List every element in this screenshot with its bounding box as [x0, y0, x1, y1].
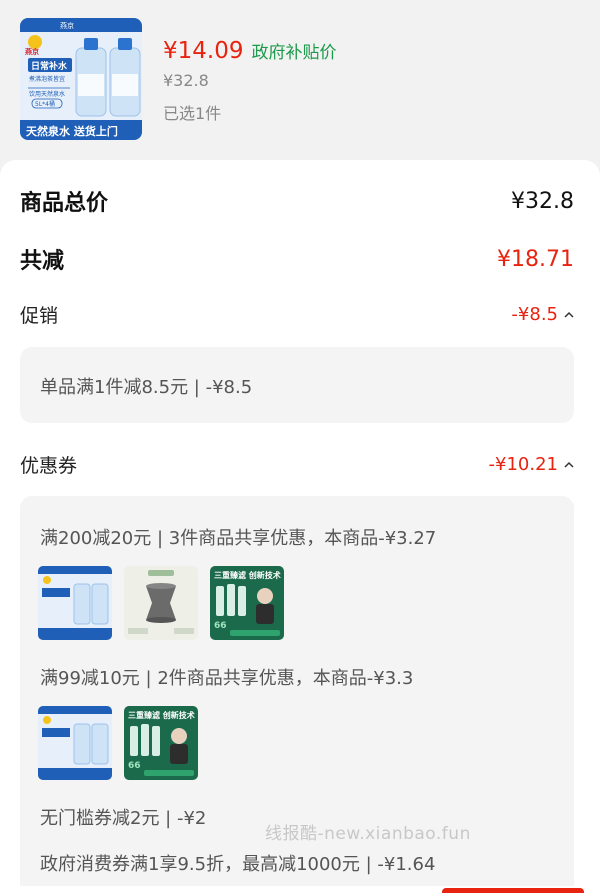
green-product-num: 66 — [128, 761, 141, 771]
thumb-banner: 天然泉水 送货上门 — [26, 124, 118, 138]
price-row: ¥14.09 政府补贴价 — [163, 38, 336, 64]
thumb-top-band: 燕京 — [60, 21, 74, 30]
selected-count: 已选1件 — [163, 104, 222, 123]
subsidy-price-tag: 政府补贴价 — [251, 43, 337, 63]
green-product-title: 三重臻滤 创新技术 — [128, 710, 195, 720]
promotion-row[interactable]: 促销 -¥8.5 — [20, 301, 574, 328]
product-thumb-grey-item[interactable] — [124, 566, 198, 640]
water-bottle-image — [38, 566, 112, 640]
current-price: ¥14.09 — [163, 38, 244, 64]
total-discount-row: 共减 ¥18.71 — [20, 243, 574, 275]
green-product-title: 三重臻滤 创新技术 — [214, 570, 281, 580]
thumb-spec: 5L*4桶 — [35, 100, 55, 108]
watermark: 线报酷-new.xianbao.fun — [265, 824, 471, 844]
product-thumbnail[interactable]: 燕京 燕京 日常补水 煮沸泡茶皆宜 饮用天然泉水 5L*4桶 天然泉水 送货上门 — [20, 18, 142, 140]
product-thumb-water[interactable] — [38, 566, 112, 640]
submit-button-edge[interactable] — [442, 888, 584, 893]
total-discount-value: ¥18.71 — [497, 246, 574, 272]
brand-text: 燕京 — [25, 47, 39, 56]
coupon-value: -¥10.21 — [488, 454, 558, 475]
chevron-up-icon[interactable] — [564, 460, 574, 470]
coupon-item: 满99减10元 | 2件商品共享优惠，本商品-¥3.3 — [40, 668, 414, 689]
thumb-label: 饮用天然泉水 — [29, 90, 65, 98]
green-water-image: 三重臻滤 创新技术 66 — [210, 566, 284, 640]
total-price-row: 商品总价 ¥32.8 — [20, 185, 574, 217]
water-bottle-image: 燕京 燕京 日常补水 煮沸泡茶皆宜 饮用天然泉水 5L*4桶 天然泉水 送货上门 — [20, 18, 142, 140]
coupon-item: 无门槛券减2元 | -¥2 — [40, 808, 207, 829]
total-price-label: 商品总价 — [20, 191, 109, 216]
product-thumb-water[interactable] — [38, 706, 112, 780]
promotion-value: -¥8.5 — [511, 304, 558, 325]
coupon-item: 政府消费券满1享9.5折，最高减1000元 | -¥1.64 — [40, 854, 436, 875]
promotion-detail: 单品满1件减8.5元 | -¥8.5 — [40, 377, 253, 398]
coupon-row[interactable]: 优惠券 -¥10.21 — [20, 451, 574, 478]
product-thumb-green-water[interactable]: 三重臻滤 创新技术 66 — [124, 706, 198, 780]
product-thumb-green-water[interactable]: 三重臻滤 创新技术 66 — [210, 566, 284, 640]
water-bottle-image — [38, 706, 112, 780]
coupon-item: 满200减20元 | 3件商品共享优惠，本商品-¥3.27 — [40, 528, 437, 549]
coupon-products-2: 三重臻滤 创新技术 66 — [38, 706, 198, 780]
coupon-label: 优惠券 — [20, 455, 78, 477]
total-price-value: ¥32.8 — [511, 188, 574, 214]
chevron-up-icon[interactable] — [564, 310, 574, 320]
badge-sub: 煮沸泡茶皆宜 — [29, 75, 65, 83]
original-price: ¥32.8 — [163, 71, 209, 90]
promotion-label: 促销 — [20, 305, 59, 327]
green-product-num: 66 — [214, 621, 227, 631]
product-header: 燕京 燕京 日常补水 煮沸泡茶皆宜 饮用天然泉水 5L*4桶 天然泉水 送货上门 — [0, 0, 600, 160]
product-image — [124, 566, 198, 640]
coupon-products-1: 三重臻滤 创新技术 66 — [38, 566, 284, 640]
green-water-image: 三重臻滤 创新技术 66 — [124, 706, 198, 780]
total-discount-label: 共减 — [20, 249, 65, 274]
promotion-detail-box: 单品满1件减8.5元 | -¥8.5 — [20, 347, 574, 423]
badge-top: 日常补水 — [31, 60, 68, 72]
